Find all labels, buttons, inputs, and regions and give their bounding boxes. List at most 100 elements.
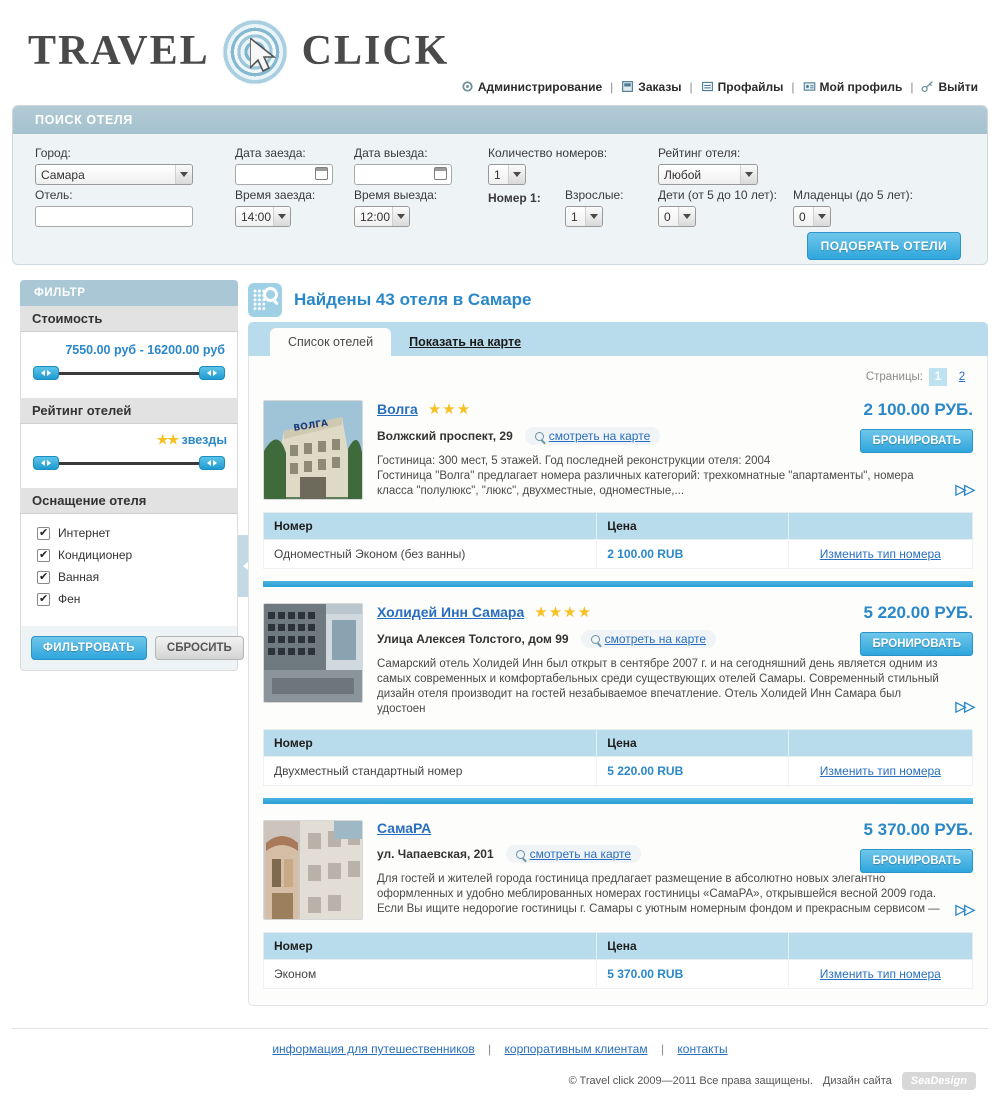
checkin-time-value: 14:00 xyxy=(241,209,272,224)
site-logo[interactable]: TRAVEL CLICK xyxy=(28,18,449,85)
footer-link-travellers-info[interactable]: информация для путешественников xyxy=(272,1042,474,1056)
hotel-address-volga: Волжский проспект, 29 xyxy=(377,429,513,443)
tab-show-on-map[interactable]: Показать на карте xyxy=(391,328,539,356)
col-actions xyxy=(787,512,974,540)
card-divider xyxy=(263,581,973,587)
book-button-volga[interactable]: БРОНИРОВАТЬ xyxy=(860,429,973,453)
amenity-label-internet: Интернет xyxy=(58,526,111,540)
chevron-down-icon xyxy=(273,207,290,226)
tab-show-on-map-label[interactable]: Показать на карте xyxy=(409,335,521,349)
hotel-description-samara: Для гостей и жителей города гостиница пр… xyxy=(377,873,940,915)
hotel-description-more-samara[interactable]: ▷▷ xyxy=(955,901,974,918)
rating-filter-body: ★★ звезды xyxy=(20,424,238,488)
room-type-volga: Одноместный Эконом (без ванны) xyxy=(262,539,598,569)
results-body: Страницы: 1 2 ВОЛГА Волга ★★★ Волжский п… xyxy=(248,356,988,1006)
my-profile-icon xyxy=(803,82,815,91)
rooms-table-holiday-inn: Номер Цена Двухместный стандартный номер… xyxy=(262,729,974,786)
table-row: Двухместный стандартный номер 5 220.00 R… xyxy=(262,756,974,786)
hotel-info-volga: Волга ★★★ Волжский проспект, 29 смотреть… xyxy=(377,400,975,500)
adults-select[interactable]: 1 xyxy=(565,206,603,227)
nav-item-my-profile[interactable]: Мой профиль xyxy=(803,80,902,94)
rating-group: Рейтинг отеля: Любой xyxy=(658,146,758,185)
checkbox-bathroom[interactable] xyxy=(37,570,50,584)
results-area: Найдены 43 отеля в Самаре Список отелей … xyxy=(248,278,988,1006)
nav-item-profiles[interactable]: Профайлы xyxy=(701,80,783,94)
price-slider-handle-max[interactable] xyxy=(199,366,225,380)
seadesign-badge[interactable]: SeaDesign xyxy=(901,1072,976,1090)
design-credit-label: Дизайн сайта xyxy=(822,1075,892,1087)
checkbox-air-conditioner[interactable] xyxy=(37,548,50,562)
search-submit-button[interactable]: ПОДОБРАТЬ ОТЕЛИ xyxy=(806,232,961,260)
page-1-button[interactable]: 1 xyxy=(929,368,947,386)
hotel-thumbnail-volga[interactable]: ВОЛГА xyxy=(263,400,363,500)
filter-section-rating: Рейтинг отелей xyxy=(20,398,238,424)
filter-reset-button[interactable]: СБРОСИТЬ xyxy=(154,636,244,660)
amenity-row-air-conditioner[interactable]: Кондиционер xyxy=(37,548,227,562)
change-room-type-link-volga[interactable]: Изменить тип номера xyxy=(820,547,941,561)
change-room-type-link-holiday-inn[interactable]: Изменить тип номера xyxy=(820,764,941,778)
children-select[interactable]: 0 xyxy=(658,206,696,227)
search-fields-grid: Город: Самара Отель: Дата заезда: Дата в… xyxy=(13,134,987,264)
rooms-count-select[interactable]: 1 xyxy=(488,164,526,185)
nav-item-logout[interactable]: Выйти xyxy=(921,80,978,94)
room1-label: Номер 1: xyxy=(488,191,541,205)
map-link-volga[interactable]: смотреть на карте xyxy=(524,427,661,445)
hotel-price-block-volga: 2 100.00 РУБ. БРОНИРОВАТЬ xyxy=(793,400,973,453)
price-range-slider[interactable] xyxy=(33,366,225,380)
rating-range-slider[interactable] xyxy=(33,456,225,470)
amenity-row-hairdryer[interactable]: Фен xyxy=(37,592,227,606)
room-type-samara: Эконом xyxy=(262,959,598,989)
nav-item-orders[interactable]: Заказы xyxy=(621,80,682,94)
footer-link-corporate-clients[interactable]: корпоративным клиентам xyxy=(505,1042,648,1056)
gear-icon xyxy=(462,81,473,92)
checkout-time-select[interactable]: 12:00 xyxy=(354,206,410,227)
infants-group: Младенцы (до 5 лет): 0 xyxy=(793,188,913,227)
map-link-samara[interactable]: смотреть на карте xyxy=(505,845,642,863)
calendar-icon[interactable] xyxy=(434,167,447,180)
change-room-type-link-samara[interactable]: Изменить тип номера xyxy=(820,967,941,981)
infants-select[interactable]: 0 xyxy=(793,206,831,227)
rating-slider-handle-max[interactable] xyxy=(199,456,225,470)
room1-label-group: Номер 1: xyxy=(488,191,541,209)
amenity-row-bathroom[interactable]: Ванная xyxy=(37,570,227,584)
calendar-icon[interactable] xyxy=(315,167,328,180)
hotel-address-holiday-inn: Улица Алексея Толстого, дом 99 xyxy=(377,632,569,646)
book-button-samara[interactable]: БРОНИРОВАТЬ xyxy=(860,849,973,873)
col-room: Номер xyxy=(262,932,598,960)
hotel-thumbnail-samara[interactable] xyxy=(263,820,363,920)
price-slider-handle-min[interactable] xyxy=(33,366,59,380)
checkin-date-group: Дата заезда: xyxy=(235,146,333,185)
book-button-holiday-inn[interactable]: БРОНИРОВАТЬ xyxy=(860,632,973,656)
checkin-time-select[interactable]: 14:00 xyxy=(235,206,291,227)
rating-range-value: ★★ звезды xyxy=(31,432,227,448)
rating-select[interactable]: Любой xyxy=(658,164,758,185)
filter-apply-button[interactable]: ФИЛЬТРОВАТЬ xyxy=(31,636,147,660)
hotel-description-more-volga[interactable]: ▷▷ xyxy=(955,481,974,498)
hotel-card-samara: СамаРА ул. Чапаевская, 201 смотреть на к… xyxy=(262,814,975,989)
room-type-holiday-inn: Двухместный стандартный номер xyxy=(262,756,598,786)
page-2-button[interactable]: 2 xyxy=(953,368,971,386)
checkbox-hairdryer[interactable] xyxy=(37,592,50,606)
hotel-search-panel: ПОИСК ОТЕЛЯ Город: Самара Отель: Дата за… xyxy=(12,105,988,265)
checkin-date-field[interactable] xyxy=(235,164,333,185)
nav-item-administration[interactable]: Администрирование xyxy=(461,80,602,94)
checkout-date-field[interactable] xyxy=(354,164,452,185)
hotel-name-samara[interactable]: СамаРА xyxy=(377,820,431,836)
rating-slider-handle-min[interactable] xyxy=(33,456,59,470)
checkbox-internet[interactable] xyxy=(37,526,50,540)
map-link-holiday-inn[interactable]: смотреть на карте xyxy=(580,630,717,648)
col-actions xyxy=(787,932,974,960)
amenity-row-internet[interactable]: Интернет xyxy=(37,526,227,540)
hotel-thumbnail-holiday-inn[interactable] xyxy=(263,603,363,703)
amenities-filter-body: Интернет Кондиционер Ванная Фен xyxy=(20,514,238,626)
hotel-name-volga[interactable]: Волга xyxy=(377,401,418,417)
hotel-input[interactable] xyxy=(35,206,193,227)
city-select[interactable]: Самара xyxy=(35,164,193,185)
top-navigation: Администрирование | Заказы | Профайлы | xyxy=(461,80,978,94)
hotel-description-more-holiday-inn[interactable]: ▷▷ xyxy=(955,698,974,715)
tab-hotel-list[interactable]: Список отелей xyxy=(270,328,392,356)
hotel-name-holiday-inn[interactable]: Холидей Инн Самара xyxy=(377,604,524,620)
room-price-holiday-inn: 5 220.00 RUB xyxy=(596,756,789,786)
city-select-value: Самара xyxy=(41,167,85,182)
footer-link-contacts[interactable]: контакты xyxy=(677,1042,727,1056)
